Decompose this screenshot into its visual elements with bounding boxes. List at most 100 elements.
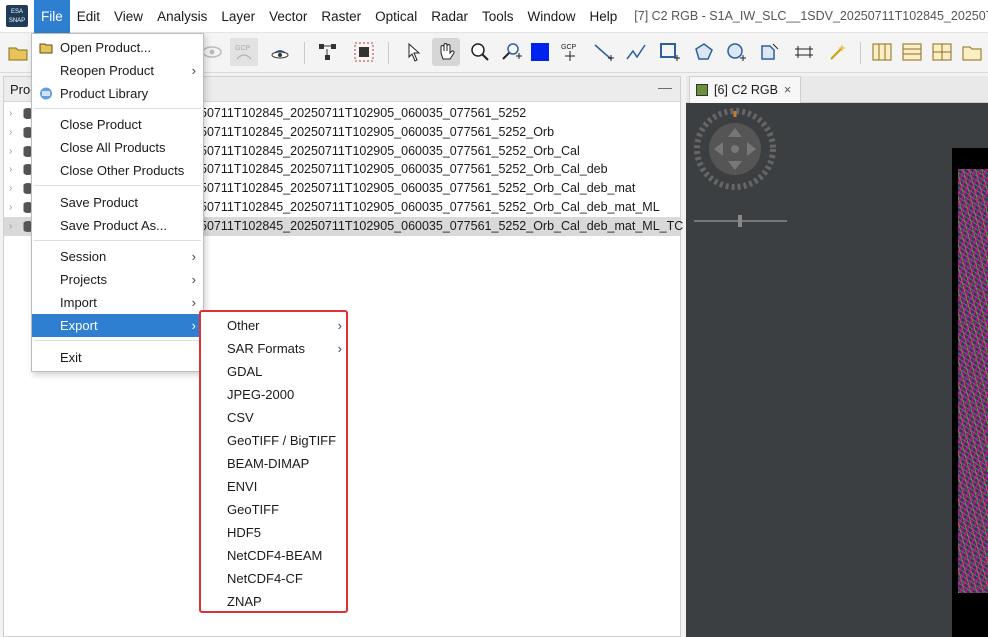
export-item-jpeg-2000[interactable]: JPEG-2000 [201, 383, 346, 406]
export-item-geotiff-bigtiff[interactable]: GeoTIFF / BigTIFF [201, 429, 346, 452]
menu-item-label: Close Other Products [60, 163, 185, 178]
menu-analysis[interactable]: Analysis [150, 0, 214, 33]
gcp-icon[interactable]: GCP [230, 38, 258, 66]
tile-grid-icon[interactable] [928, 38, 956, 66]
menu-item-close-other-products[interactable]: Close Other Products [32, 159, 203, 182]
expand-arrow-icon[interactable]: › [9, 160, 12, 179]
menu-item-label: Projects [60, 272, 107, 287]
file-menu-dropdown: Open Product... Reopen Product › Product… [31, 33, 204, 372]
navigation-wheel-icon[interactable] [694, 108, 776, 190]
menu-item-open-product[interactable]: Open Product... [32, 36, 203, 59]
menu-bar: ESA SNAP File Edit View Analysis Layer V… [0, 0, 988, 33]
expand-arrow-icon[interactable]: › [9, 142, 12, 161]
menu-item-label: Save Product As... [60, 218, 167, 233]
chevron-right-icon: › [191, 272, 196, 287]
menu-radar[interactable]: Radar [424, 0, 475, 33]
expand-arrow-icon[interactable]: › [9, 217, 12, 236]
menu-item-label: NetCDF4-CF [227, 571, 303, 586]
menu-item-close-product[interactable]: Close Product [32, 113, 203, 136]
export-item-netcdf4-beam[interactable]: NetCDF4-BEAM [201, 544, 346, 567]
minimize-icon[interactable]: — [658, 79, 672, 95]
visibility-eye-icon[interactable] [266, 38, 294, 66]
menu-tools[interactable]: Tools [475, 0, 521, 33]
image-view-panel: [6] C2 RGB × [686, 76, 988, 637]
product-name: 50711T102845_20250711T102905_060035_0775… [200, 124, 555, 139]
product-name: 50711T102845_20250711T102905_060035_0775… [200, 106, 527, 120]
menu-view[interactable]: View [107, 0, 150, 33]
menu-raster[interactable]: Raster [314, 0, 368, 33]
polygon-drawing-icon[interactable] [690, 38, 718, 66]
export-item-netcdf4-cf[interactable]: NetCDF4-CF [201, 567, 346, 590]
menu-optical[interactable]: Optical [368, 0, 424, 33]
expand-arrow-icon[interactable]: › [9, 104, 12, 123]
menu-item-import[interactable]: Import › [32, 291, 203, 314]
expand-arrow-icon[interactable]: › [9, 123, 12, 142]
open-folder-icon [39, 43, 53, 54]
batch-processing-icon[interactable] [350, 38, 378, 66]
menu-item-save-product-as[interactable]: Save Product As... [32, 214, 203, 237]
export-item-gdal[interactable]: GDAL [201, 360, 346, 383]
menu-item-product-library[interactable]: Product Library [32, 82, 203, 105]
chevron-right-icon: › [337, 318, 342, 333]
menu-item-label: NetCDF4-BEAM [227, 548, 323, 563]
menu-item-exit[interactable]: Exit [32, 346, 203, 369]
select-arrow-icon[interactable] [400, 38, 428, 66]
export-item-beam-dimap[interactable]: BEAM-DIMAP [201, 452, 346, 475]
expand-arrow-icon[interactable]: › [9, 198, 12, 217]
export-item-csv[interactable]: CSV [201, 406, 346, 429]
menu-item-save-product[interactable]: Save Product [32, 191, 203, 214]
tab-c2-rgb[interactable]: [6] C2 RGB × [689, 76, 801, 103]
export-item-sar-formats[interactable]: SAR Formats › [201, 337, 346, 360]
shape-tool-icon[interactable] [756, 38, 784, 66]
menu-window[interactable]: Window [521, 0, 583, 33]
svg-text:GCP: GCP [561, 44, 577, 51]
menu-item-label: BEAM-DIMAP [227, 456, 310, 471]
gcp-tool-icon[interactable]: GCP [556, 38, 584, 66]
magic-wand-icon[interactable] [824, 38, 852, 66]
menu-help[interactable]: Help [583, 0, 625, 33]
menu-item-label: Open Product... [60, 40, 152, 55]
menu-file[interactable]: File [34, 0, 70, 33]
menu-item-label: Product Library [60, 86, 149, 101]
tile-vertical-icon[interactable] [868, 38, 896, 66]
product-name: 50711T102845_20250711T102905_060035_0775… [200, 143, 580, 158]
folder-icon[interactable] [958, 38, 986, 66]
graph-builder-icon[interactable] [314, 38, 342, 66]
menu-item-label: CSV [227, 410, 254, 425]
window-title: [7] C2 RGB - S1A_IW_SLC__1SDV_20250711T1… [634, 9, 988, 23]
menu-item-label: GeoTIFF [227, 502, 280, 517]
line-drawing-icon[interactable] [590, 38, 618, 66]
rectangle-add-icon[interactable] [656, 38, 684, 66]
menu-item-projects[interactable]: Projects › [32, 268, 203, 291]
ellipse-drawing-icon[interactable] [722, 38, 750, 66]
open-product-icon[interactable] [4, 38, 32, 66]
menu-item-label: HDF5 [227, 525, 261, 540]
chevron-right-icon: › [191, 249, 196, 264]
menu-vector[interactable]: Vector [262, 0, 314, 33]
menu-item-export[interactable]: Export › [32, 314, 203, 337]
export-item-other[interactable]: Other › [201, 314, 346, 337]
menu-item-close-all-products[interactable]: Close All Products [32, 136, 203, 159]
export-item-envi[interactable]: ENVI [201, 475, 346, 498]
menu-layer[interactable]: Layer [214, 0, 262, 33]
range-finder-icon[interactable] [790, 38, 818, 66]
expand-arrow-icon[interactable]: › [9, 179, 12, 198]
menu-item-label: ZNAP [227, 594, 262, 609]
close-icon[interactable]: × [784, 83, 791, 97]
polyline-drawing-icon[interactable] [622, 38, 650, 66]
export-item-hdf5[interactable]: HDF5 [201, 521, 346, 544]
menu-item-session[interactable]: Session › [32, 245, 203, 268]
menu-edit[interactable]: Edit [70, 0, 107, 33]
snap-logo-icon: ESA SNAP [6, 5, 28, 27]
tile-horizontal-icon[interactable] [898, 38, 926, 66]
menu-item-reopen-product[interactable]: Reopen Product › [32, 59, 203, 82]
rectangle-drawing-icon[interactable] [526, 38, 554, 66]
zoom-tool-icon[interactable] [498, 38, 526, 66]
zoom-icon[interactable] [466, 38, 494, 66]
export-item-znap[interactable]: ZNAP [201, 590, 346, 613]
zoom-slider[interactable] [694, 214, 787, 228]
export-item-geotiff[interactable]: GeoTIFF [201, 498, 346, 521]
menu-item-label: Close Product [60, 117, 142, 132]
pan-hand-icon[interactable] [432, 38, 460, 66]
chevron-right-icon: › [191, 63, 196, 78]
